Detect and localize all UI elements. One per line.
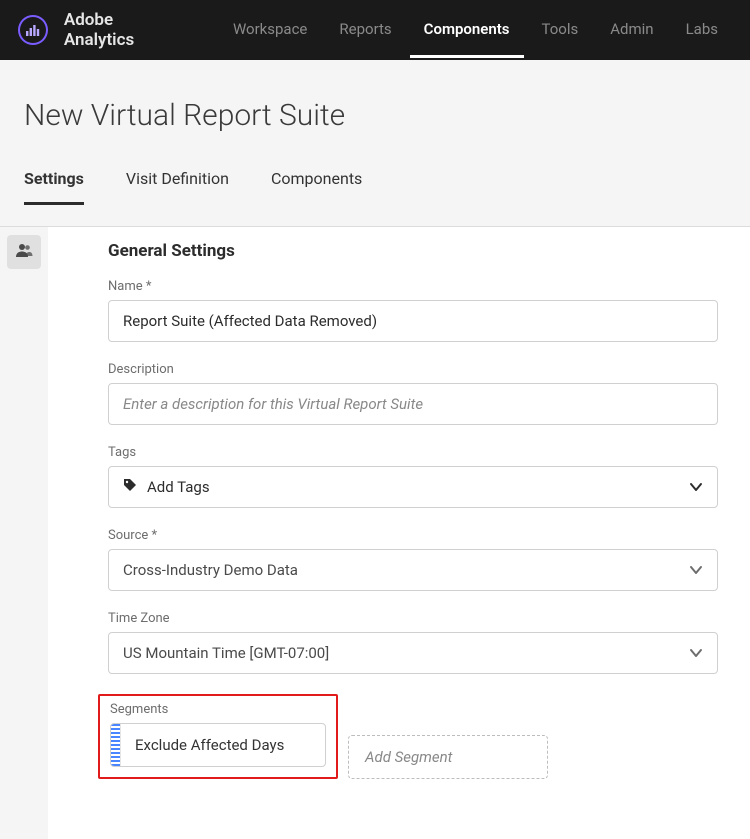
tags-combobox[interactable]: Add Tags: [108, 466, 718, 508]
field-source: Source * Cross-Industry Demo Data: [108, 528, 718, 591]
nav-items: Workspace Reports Components Tools Admin…: [219, 2, 732, 58]
field-name: Name *: [108, 279, 718, 342]
section-title: General Settings: [108, 241, 718, 261]
nav-labs[interactable]: Labs: [672, 2, 732, 58]
timezone-value: US Mountain Time [GMT-07:00]: [123, 644, 329, 662]
chevron-down-icon: [689, 646, 703, 660]
field-description: Description: [108, 362, 718, 425]
description-input[interactable]: [108, 383, 718, 425]
segments-label: Segments: [110, 702, 326, 717]
source-value: Cross-Industry Demo Data: [123, 561, 298, 579]
segment-chip-label: Exclude Affected Days: [121, 736, 298, 754]
content: General Settings Name * Description Tags…: [48, 227, 750, 839]
tab-components[interactable]: Components: [271, 169, 362, 205]
add-segment-dropzone[interactable]: Add Segment: [348, 735, 548, 779]
segments-highlight: Segments Exclude Affected Days: [98, 694, 338, 779]
top-nav: Adobe Analytics Workspace Reports Compon…: [0, 0, 750, 60]
owners-button[interactable]: [7, 235, 41, 269]
segment-chip[interactable]: Exclude Affected Days: [110, 723, 326, 767]
field-tags: Tags Add Tags: [108, 445, 718, 508]
name-label: Name *: [108, 279, 718, 294]
nav-tools[interactable]: Tools: [528, 2, 593, 58]
add-segment-placeholder: Add Segment: [365, 748, 452, 766]
users-icon: [15, 242, 33, 262]
tags-placeholder: Add Tags: [147, 478, 210, 496]
field-segments: Segments Exclude Affected Days Add Segme…: [108, 694, 718, 779]
field-timezone: Time Zone US Mountain Time [GMT-07:00]: [108, 611, 718, 674]
brand-logo-icon: [18, 15, 48, 45]
source-select[interactable]: Cross-Industry Demo Data: [108, 549, 718, 591]
subtabs: Settings Visit Definition Components: [24, 169, 726, 204]
nav-workspace[interactable]: Workspace: [219, 2, 321, 58]
brand-name: Adobe Analytics: [64, 10, 187, 50]
source-label: Source *: [108, 528, 718, 543]
tab-settings[interactable]: Settings: [24, 169, 84, 205]
tags-label: Tags: [108, 445, 718, 460]
nav-components[interactable]: Components: [410, 2, 524, 58]
tab-visit-definition[interactable]: Visit Definition: [126, 169, 229, 205]
side-rail: [0, 227, 48, 839]
name-input[interactable]: [108, 300, 718, 342]
description-label: Description: [108, 362, 718, 377]
nav-admin[interactable]: Admin: [596, 2, 667, 58]
timezone-label: Time Zone: [108, 611, 718, 626]
drag-handle-icon[interactable]: [111, 724, 121, 766]
page-title: New Virtual Report Suite: [24, 98, 726, 133]
nav-reports[interactable]: Reports: [325, 2, 405, 58]
page-header: New Virtual Report Suite Settings Visit …: [0, 60, 750, 227]
chevron-down-icon: [689, 563, 703, 577]
timezone-select[interactable]: US Mountain Time [GMT-07:00]: [108, 632, 718, 674]
tag-icon: [123, 478, 137, 496]
body: General Settings Name * Description Tags…: [0, 227, 750, 839]
chevron-down-icon: [689, 480, 703, 494]
